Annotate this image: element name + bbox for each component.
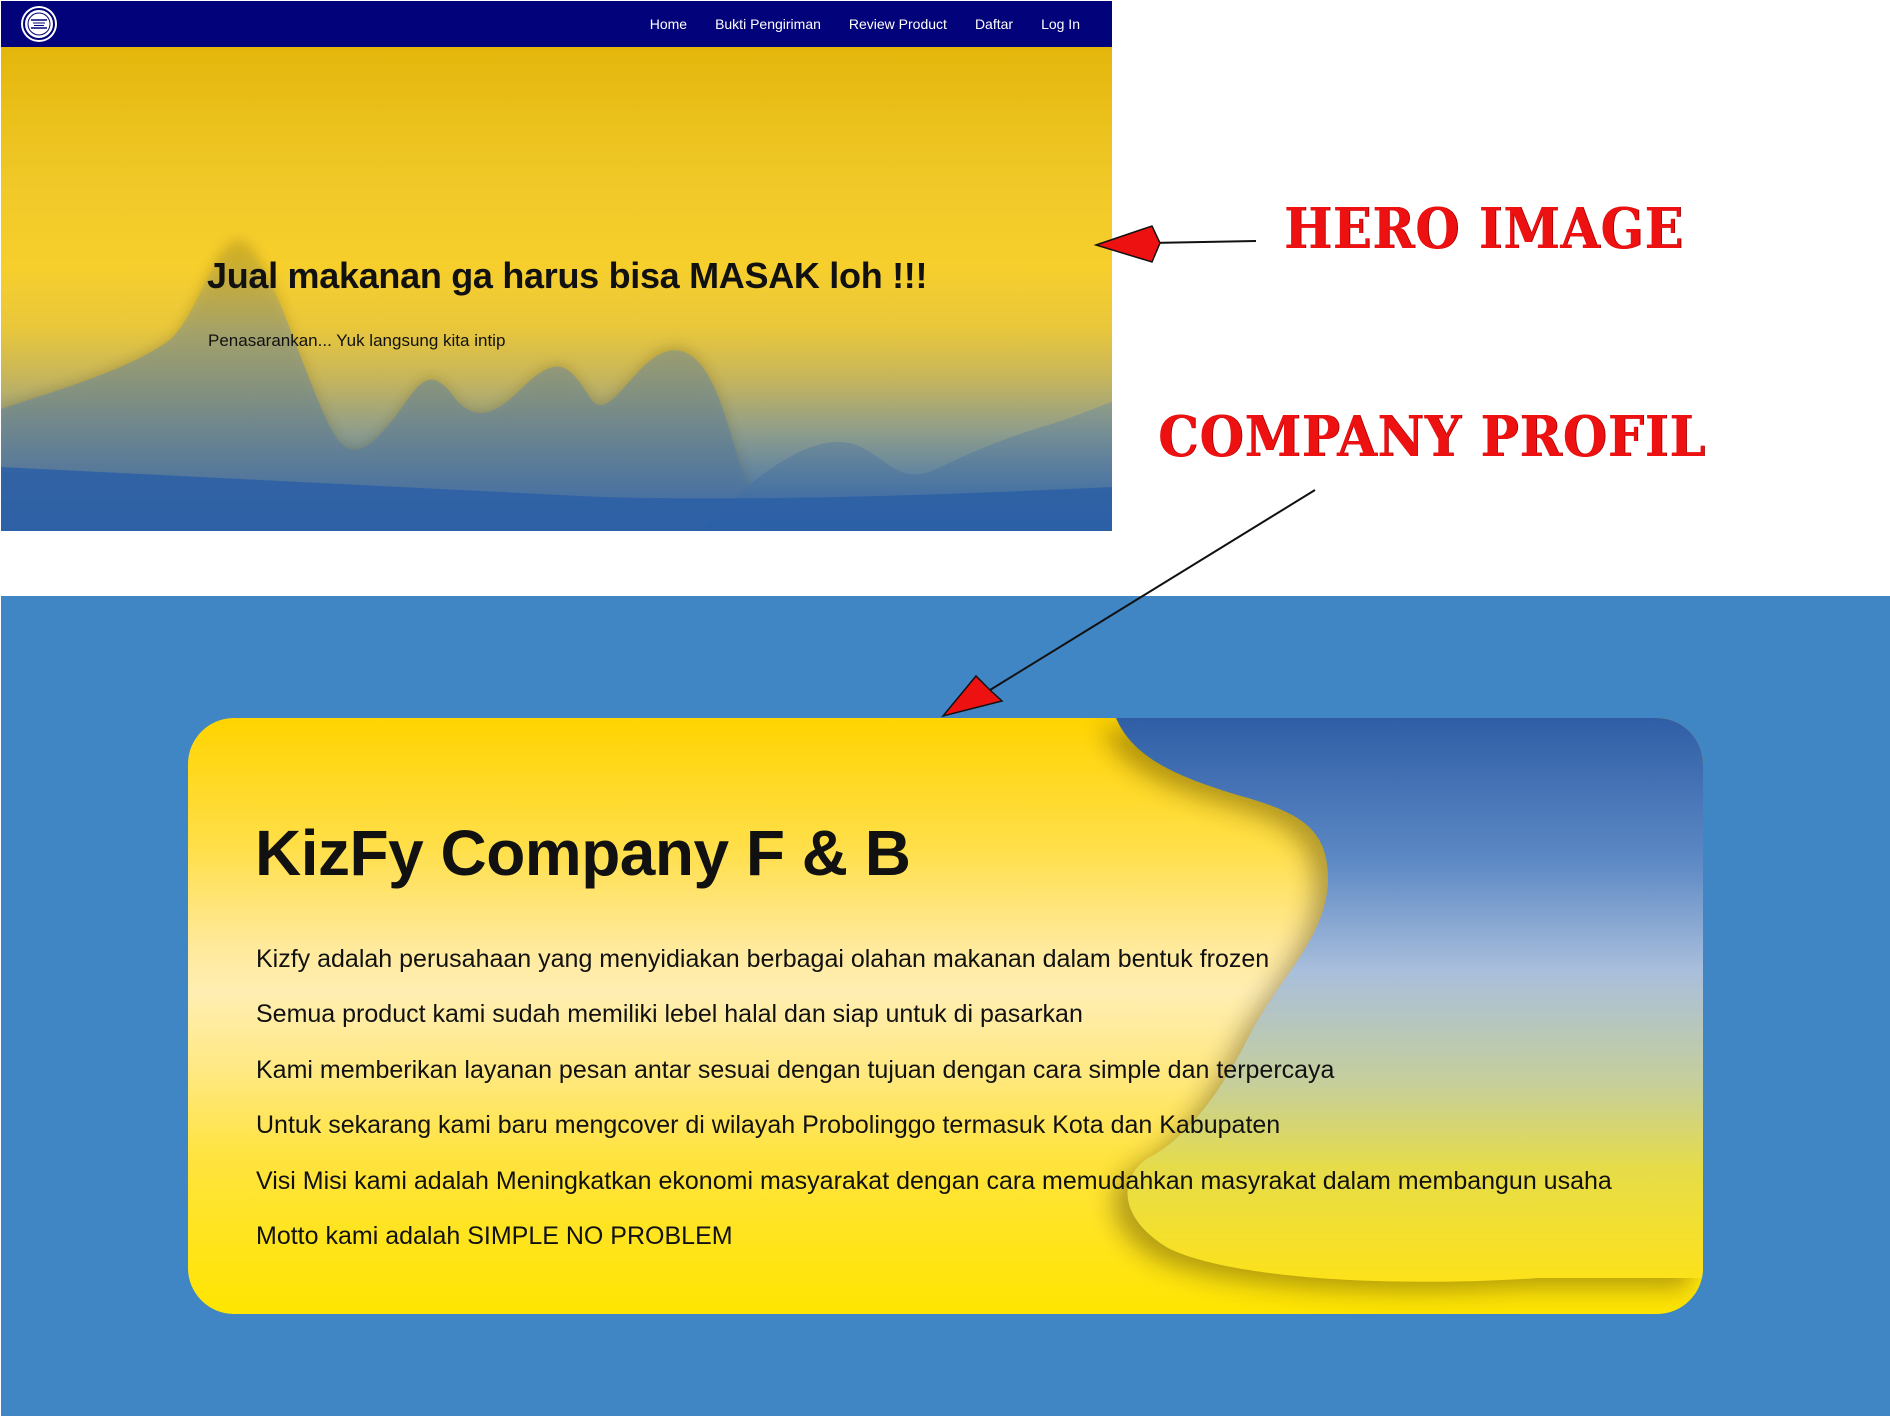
company-profile-annotation-label: COMPANY PROFIL	[1158, 404, 1706, 470]
company-title: KizFy Company F & B	[255, 817, 911, 889]
company-line: Semua product kami sudah memiliki lebel …	[256, 1000, 1083, 1029]
company-line: Motto kami adalah SIMPLE NO PROBLEM	[256, 1221, 733, 1250]
company-line: Visi Misi kami adalah Meningkatkan ekono…	[256, 1166, 1612, 1195]
company-profile-screenshot: KizFy Company F & B Kizfy adalah perusah…	[1, 596, 1890, 1416]
hero-title: Jual makanan ga harus bisa MASAK loh !!!	[207, 255, 928, 296]
nav-bukti-pengiriman[interactable]: Bukti Pengiriman	[715, 16, 821, 32]
hero-subtitle: Penasarankan... Yuk langsung kita intip	[208, 331, 506, 350]
hero-section: Jual makanan ga harus bisa MASAK loh !!!…	[1, 47, 1112, 531]
company-line: Kizfy adalah perusahaan yang menyidiakan…	[256, 945, 1270, 973]
navbar: Home Bukti Pengiriman Review Product Daf…	[1, 1, 1112, 47]
company-line: Untuk sekarang kami baru mengcover di wi…	[256, 1111, 1281, 1140]
logo-emblem-icon	[23, 8, 55, 40]
company-line: Kami memberikan layanan pesan antar sesu…	[256, 1055, 1335, 1084]
nav-menu: Home Bukti Pengiriman Review Product Daf…	[650, 1, 1080, 47]
nav-login[interactable]: Log In	[1041, 16, 1080, 32]
hero-image-annotation-label: HERO IMAGE	[1284, 196, 1684, 262]
brand-logo[interactable]	[21, 6, 57, 42]
company-description: Kizfy adalah perusahaan yang menyidiakan…	[256, 944, 1612, 1276]
company-profile-card: KizFy Company F & B Kizfy adalah perusah…	[188, 718, 1703, 1314]
nav-daftar[interactable]: Daftar	[975, 16, 1013, 32]
hero-screenshot: Home Bukti Pengiriman Review Product Daf…	[1, 1, 1112, 531]
nav-home[interactable]: Home	[650, 16, 687, 32]
nav-review-product[interactable]: Review Product	[849, 16, 947, 32]
hero-annotation-arrow-icon	[1093, 225, 1257, 263]
